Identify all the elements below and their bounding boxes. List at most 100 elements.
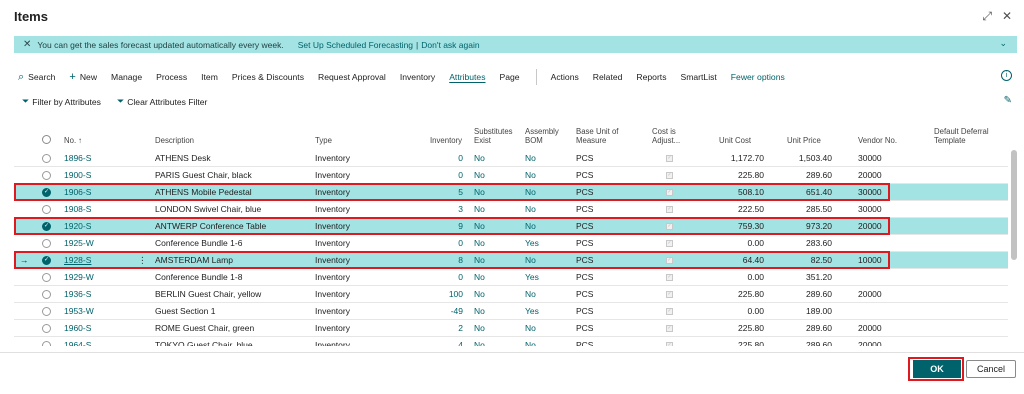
- table-row[interactable]: 1953-W Guest Section 1 Inventory -49 No Yes PC…: [14, 303, 1008, 320]
- smartlist-menu[interactable]: SmartList: [681, 72, 717, 82]
- inventory-cell[interactable]: 0: [417, 273, 463, 282]
- item-no-link[interactable]: 1925-W: [64, 239, 94, 248]
- related-menu[interactable]: Related: [593, 72, 623, 82]
- item-no-link[interactable]: 1929-W: [64, 273, 94, 282]
- assembly-bom-cell: Yes: [525, 238, 539, 248]
- vertical-scrollbar[interactable]: [1011, 150, 1017, 260]
- setup-forecasting-link[interactable]: Set Up Scheduled Forecasting: [298, 40, 413, 50]
- col-unit-price[interactable]: Unit Price: [787, 136, 821, 145]
- process-action[interactable]: Process: [156, 72, 187, 82]
- row-select-radio[interactable]: [42, 171, 51, 180]
- col-unit-cost[interactable]: Unit Cost: [719, 136, 751, 145]
- col-cost-adjusted[interactable]: Cost is Adjust...: [652, 127, 680, 145]
- table-row[interactable]: 1964-S TOKYO Guest Chair, blue Inventory 4 N…: [14, 337, 1008, 346]
- select-all-radio[interactable]: [42, 135, 51, 144]
- col-substitutes[interactable]: Substitutes Exist: [474, 127, 513, 145]
- substitutes-cell: No: [474, 289, 485, 299]
- table-row[interactable]: ✓ 1920-S ANTWERP Conference Table Inventory…: [14, 218, 1008, 235]
- row-select-radio[interactable]: [42, 290, 51, 299]
- info-icon[interactable]: i: [1001, 70, 1012, 81]
- table-row[interactable]: 1936-S BERLIN Guest Chair, yellow Inventor…: [14, 286, 1008, 303]
- item-no-link[interactable]: 1906-S: [64, 188, 91, 197]
- row-select-radio[interactable]: [42, 307, 51, 316]
- item-no-link[interactable]: 1928-S: [64, 256, 91, 265]
- table-row[interactable]: 1896-S ATHENS Desk Inventory 0 No No PCS ✓ 1,172…: [14, 150, 1008, 167]
- expand-icon[interactable]: ⤢: [982, 10, 992, 22]
- item-no-link[interactable]: 1953-W: [64, 307, 94, 316]
- new-action[interactable]: + New: [69, 72, 97, 83]
- inventory-cell[interactable]: 0: [417, 171, 463, 180]
- col-description[interactable]: Description: [155, 136, 194, 145]
- inventory-cell[interactable]: 100: [417, 290, 463, 299]
- unit-cost-cell: 759.30: [738, 221, 764, 231]
- manage-action[interactable]: Manage: [111, 72, 142, 82]
- type-cell: Inventory: [315, 306, 350, 316]
- fewer-options-link[interactable]: Fewer options: [731, 72, 785, 82]
- actions-menu[interactable]: Actions: [551, 72, 579, 82]
- clear-attributes-filter-button[interactable]: ⏷ Clear Attributes Filter: [117, 96, 207, 107]
- inventory-cell[interactable]: 8: [417, 256, 463, 265]
- item-no-link[interactable]: 1964-S: [64, 341, 91, 347]
- row-actions-icon[interactable]: ⋮: [138, 256, 147, 265]
- dont-ask-again-link[interactable]: Don't ask again: [421, 40, 479, 50]
- row-select-radio[interactable]: [42, 273, 51, 282]
- cost-adjusted-checkbox: ✓: [666, 257, 673, 264]
- pin-icon[interactable]: ✎: [1004, 95, 1012, 106]
- row-select-radio[interactable]: ✓: [42, 188, 51, 197]
- attributes-action[interactable]: Attributes: [449, 72, 485, 82]
- dialog-title: Items: [14, 9, 48, 24]
- row-select-radio[interactable]: ✓: [42, 256, 51, 265]
- unit-price-cell: 973.20: [806, 221, 832, 231]
- row-select-radio[interactable]: [42, 239, 51, 248]
- item-no-link[interactable]: 1920-S: [64, 222, 91, 231]
- cancel-button[interactable]: Cancel: [966, 360, 1016, 378]
- row-select-radio[interactable]: ✓: [42, 222, 51, 231]
- inventory-cell[interactable]: -49: [417, 307, 463, 316]
- inventory-cell[interactable]: 5: [417, 188, 463, 197]
- reports-menu[interactable]: Reports: [636, 72, 666, 82]
- filter-by-attributes-button[interactable]: ⏷ Filter by Attributes: [22, 96, 101, 107]
- table-row[interactable]: 1908-S LONDON Swivel Chair, blue Inventory…: [14, 201, 1008, 218]
- col-no[interactable]: No. ↑: [64, 136, 82, 145]
- inventory-cell[interactable]: 2: [417, 324, 463, 333]
- chevron-down-icon[interactable]: ⌄: [999, 38, 1007, 49]
- row-select-radio[interactable]: [42, 154, 51, 163]
- search-action[interactable]: ⌕ Search: [18, 72, 55, 83]
- inventory-cell[interactable]: 0: [417, 154, 463, 163]
- col-assembly-bom[interactable]: Assembly BOM: [525, 127, 559, 145]
- inventory-cell[interactable]: 0: [417, 239, 463, 248]
- item-no-link[interactable]: 1960-S: [64, 324, 91, 333]
- table-row[interactable]: 1929-W Conference Bundle 1-8 Inventory 0 No Y…: [14, 269, 1008, 286]
- row-select-radio[interactable]: [42, 205, 51, 214]
- description-cell: Conference Bundle 1-6: [155, 238, 243, 248]
- table-row[interactable]: ✓ 1928-S AMSTERDAM Lamp Inventory 8 No No PCS ✓ 6…: [14, 252, 1008, 269]
- item-no-link[interactable]: 1896-S: [64, 154, 91, 163]
- inventory-cell[interactable]: 9: [417, 222, 463, 231]
- col-type[interactable]: Type: [315, 136, 332, 145]
- table-row[interactable]: 1900-S PARIS Guest Chair, black Inventory 0…: [14, 167, 1008, 184]
- item-no-link[interactable]: 1900-S: [64, 171, 91, 180]
- request-approval-action[interactable]: Request Approval: [318, 72, 386, 82]
- description-cell: ATHENS Desk: [155, 153, 211, 163]
- item-no-link[interactable]: 1936-S: [64, 290, 91, 299]
- prices-discounts-action[interactable]: Prices & Discounts: [232, 72, 304, 82]
- dismiss-icon[interactable]: ✕: [23, 39, 31, 50]
- page-action[interactable]: Page: [500, 72, 520, 82]
- inventory-cell[interactable]: 3: [417, 205, 463, 214]
- inventory-action[interactable]: Inventory: [400, 72, 435, 82]
- table-row[interactable]: 1960-S ROME Guest Chair, green Inventory 2 N…: [14, 320, 1008, 337]
- close-icon[interactable]: ✕: [1002, 10, 1012, 22]
- col-vendor-no[interactable]: Vendor No.: [858, 136, 897, 145]
- table-row[interactable]: ✓ 1906-S ATHENS Mobile Pedestal Inventory 5 N…: [14, 184, 1008, 201]
- col-base-unit[interactable]: Base Unit of Measure: [576, 127, 618, 145]
- item-action[interactable]: Item: [201, 72, 218, 82]
- row-select-radio[interactable]: [42, 324, 51, 333]
- item-no-link[interactable]: 1908-S: [64, 205, 91, 214]
- table-row[interactable]: 1925-W Conference Bundle 1-6 Inventory 0 No Y…: [14, 235, 1008, 252]
- items-grid: No. ↑ Description Type Inventory Substit…: [14, 124, 1019, 346]
- inventory-cell[interactable]: 4: [417, 341, 463, 347]
- col-deferral-template[interactable]: Default Deferral Template: [934, 127, 989, 145]
- row-select-radio[interactable]: [42, 341, 51, 346]
- ok-button[interactable]: OK: [913, 360, 961, 378]
- col-inventory[interactable]: Inventory: [430, 136, 462, 145]
